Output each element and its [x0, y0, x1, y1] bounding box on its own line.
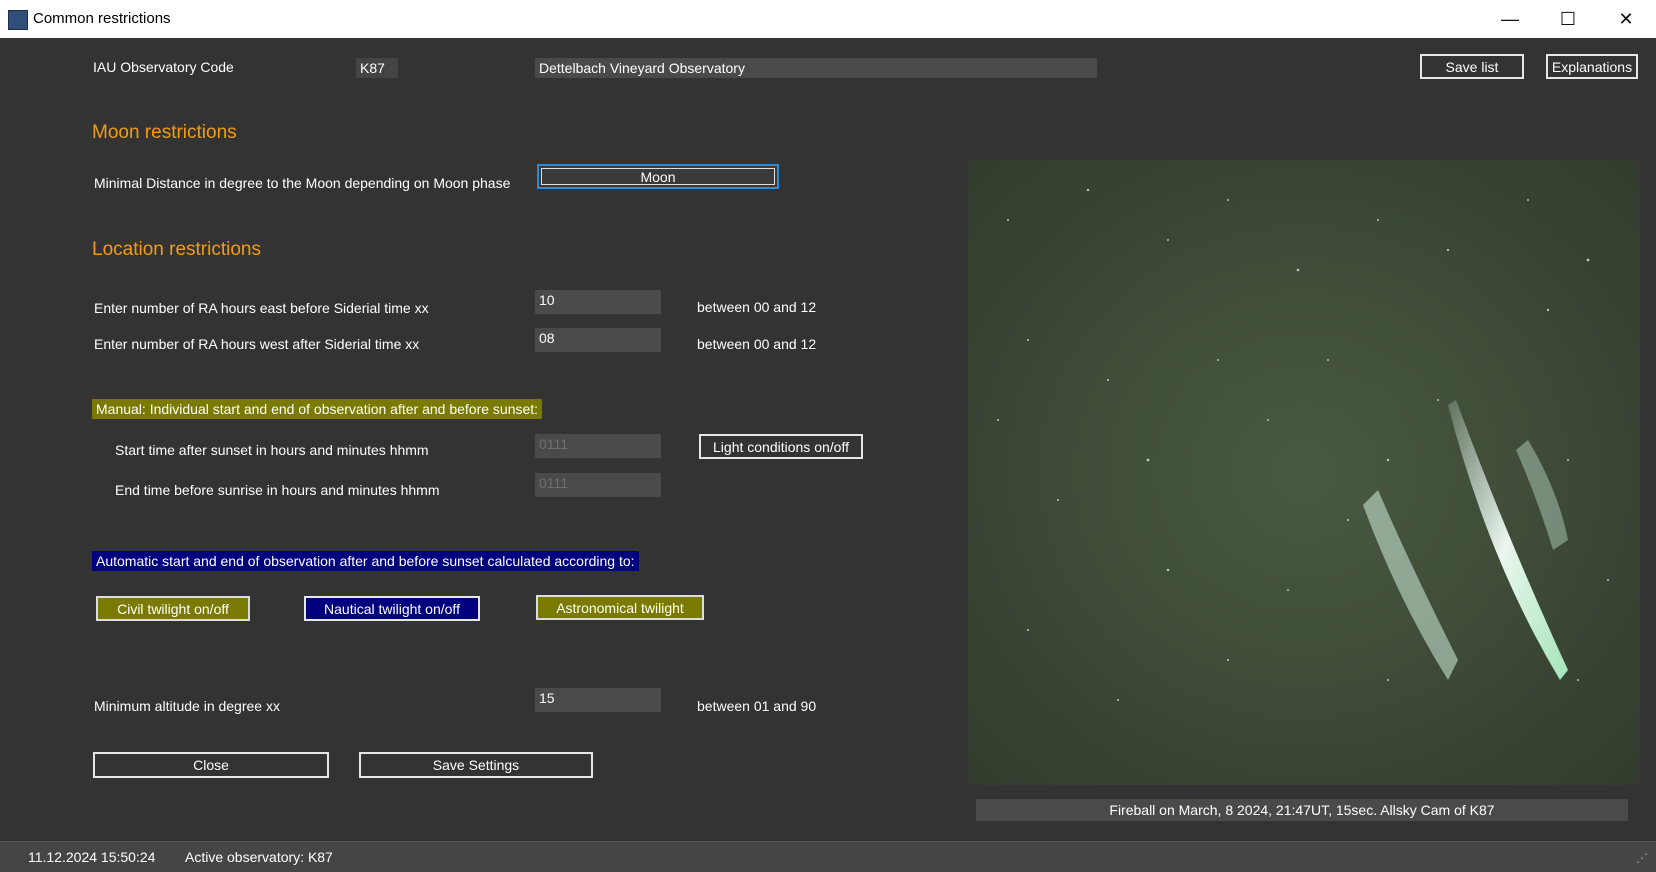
min-altitude-input[interactable]: 15: [535, 688, 661, 712]
light-conditions-button[interactable]: Light conditions on/off: [699, 434, 863, 459]
fireball-image: [968, 160, 1640, 785]
ra-east-input[interactable]: 10: [535, 290, 661, 314]
end-time-input[interactable]: 0111: [535, 473, 661, 497]
end-time-label: End time before sunrise in hours and min…: [115, 482, 440, 498]
close-window-icon[interactable]: ✕: [1598, 0, 1654, 38]
ra-west-input[interactable]: 08: [535, 328, 661, 352]
save-settings-button[interactable]: Save Settings: [359, 752, 593, 778]
close-button[interactable]: Close: [93, 752, 329, 778]
start-time-label: Start time after sunset in hours and min…: [115, 442, 429, 458]
explanations-button[interactable]: Explanations: [1546, 54, 1638, 79]
astronomical-twilight-button[interactable]: Astronomical twilight: [536, 595, 704, 620]
start-time-input[interactable]: 0111: [535, 434, 661, 458]
iau-code-field[interactable]: K87: [356, 58, 398, 78]
ra-west-label: Enter number of RA hours west after Side…: [94, 336, 420, 352]
location-restrictions-heading: Location restrictions: [92, 239, 261, 260]
resize-grip-icon[interactable]: ⋰: [1636, 851, 1648, 865]
minimize-icon[interactable]: —: [1482, 0, 1538, 38]
ra-west-range: between 00 and 12: [697, 336, 817, 352]
photo-caption: Fireball on March, 8 2024, 21:47UT, 15se…: [976, 799, 1628, 821]
ra-east-label: Enter number of RA hours east before Sid…: [94, 300, 429, 316]
status-active-observatory: Active observatory: K87: [185, 849, 333, 865]
min-altitude-range: between 01 and 90: [697, 698, 817, 714]
title-bar: Common restrictions — ☐ ✕: [0, 0, 1656, 39]
civil-twilight-button[interactable]: Civil twilight on/off: [96, 596, 250, 621]
automatic-heading: Automatic start and end of observation a…: [92, 551, 639, 571]
save-list-button[interactable]: Save list: [1420, 54, 1524, 79]
manual-heading: Manual: Individual start and end of obse…: [92, 399, 543, 419]
min-altitude-label: Minimum altitude in degree xx: [94, 698, 280, 714]
window-title: Common restrictions: [33, 10, 171, 27]
moon-restrictions-heading: Moon restrictions: [92, 122, 237, 143]
ra-east-range: between 00 and 12: [697, 299, 817, 315]
moon-distance-label: Minimal Distance in degree to the Moon d…: [94, 175, 511, 191]
main-panel: IAU Observatory Code K87 Dettelbach Vine…: [0, 38, 1656, 872]
observatory-name-field[interactable]: Dettelbach Vineyard Observatory: [535, 58, 1097, 78]
app-icon: [8, 10, 28, 30]
nautical-twilight-button[interactable]: Nautical twilight on/off: [304, 596, 480, 621]
moon-button[interactable]: Moon: [537, 164, 779, 189]
iau-code-label: IAU Observatory Code: [93, 59, 234, 75]
status-timestamp: 11.12.2024 15:50:24: [28, 849, 156, 865]
fireball-photo: [968, 160, 1640, 785]
maximize-icon[interactable]: ☐: [1540, 0, 1596, 38]
status-bar: 11.12.2024 15:50:24 Active observatory: …: [0, 841, 1656, 872]
